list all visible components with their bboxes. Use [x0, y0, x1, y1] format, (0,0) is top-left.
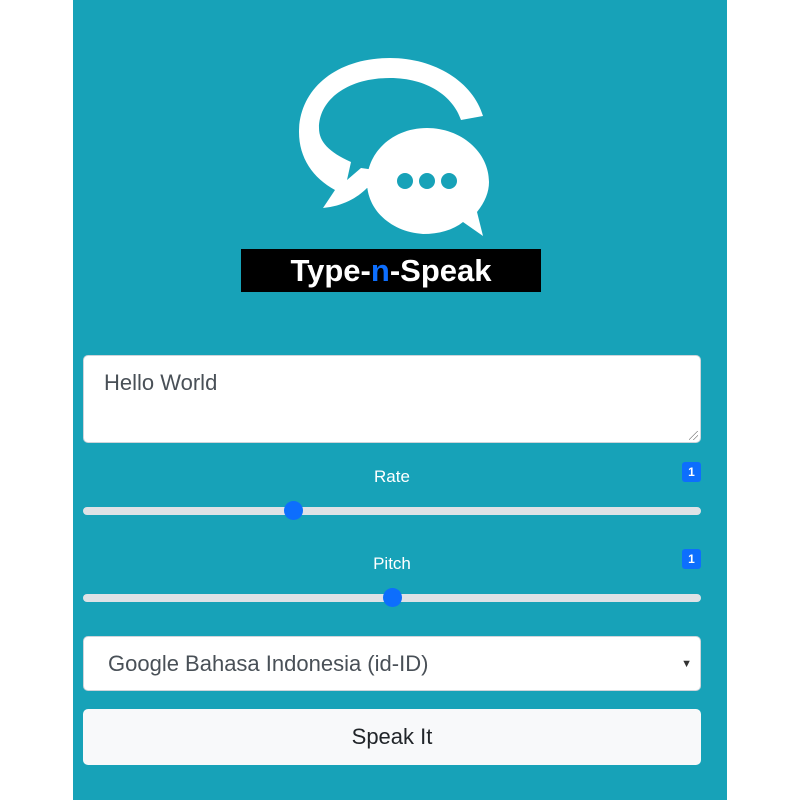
voice-select[interactable]: Google Bahasa Indonesia (id-ID) ▼	[83, 636, 701, 691]
text-input-value: Hello World	[104, 370, 218, 395]
text-input[interactable]: Hello World	[83, 355, 701, 443]
dropdown-caret-icon: ▼	[681, 657, 692, 670]
rate-value-badge: 1	[682, 462, 701, 482]
logo-text: Type-n-Speak	[290, 253, 492, 288]
pitch-value-badge: 1	[682, 549, 701, 569]
rate-slider-thumb[interactable]	[284, 501, 303, 520]
app-panel: Type-n-Speak Hello World Rate 1 Pitch 1 …	[73, 0, 727, 800]
speak-it-button[interactable]: Speak It	[83, 709, 701, 765]
pitch-label: Pitch	[373, 554, 411, 573]
logo-banner: Type-n-Speak	[241, 249, 541, 292]
voice-select-value: Google Bahasa Indonesia (id-ID)	[108, 650, 429, 676]
rate-label: Rate	[374, 467, 410, 486]
rate-slider[interactable]	[83, 501, 701, 520]
resize-handle[interactable]	[689, 431, 698, 440]
chat-bubbles-icon	[299, 58, 489, 236]
pitch-slider-thumb[interactable]	[383, 588, 402, 607]
pitch-slider[interactable]	[83, 588, 701, 607]
